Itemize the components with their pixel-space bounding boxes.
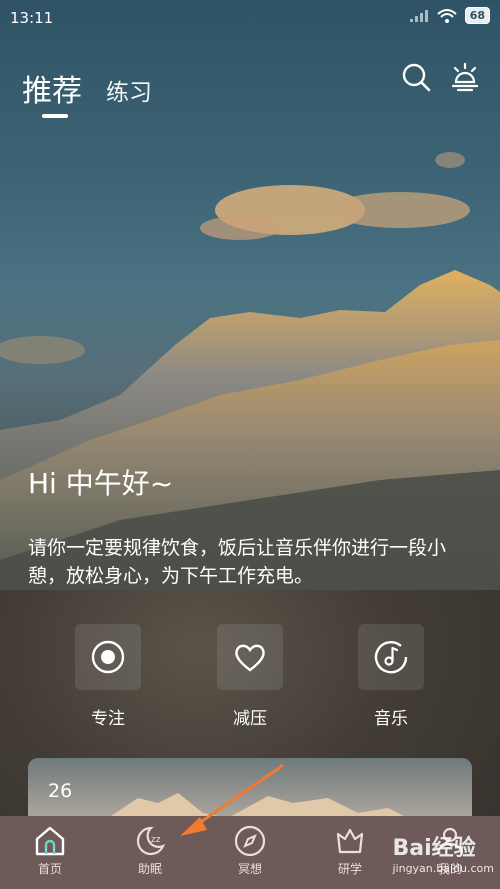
app-screen: 13:11 68 推荐 练习 Hi 中午好~ 请你一定要规律饮食，饭后让音乐伴你… [0,0,500,889]
baidu-watermark: Bai经验 jingyan.baidu.com [392,830,494,875]
watermark-brand: Bai经验 [392,836,476,861]
watermark-url: jingyan.baidu.com [392,862,494,875]
annotation-arrow [180,764,284,836]
